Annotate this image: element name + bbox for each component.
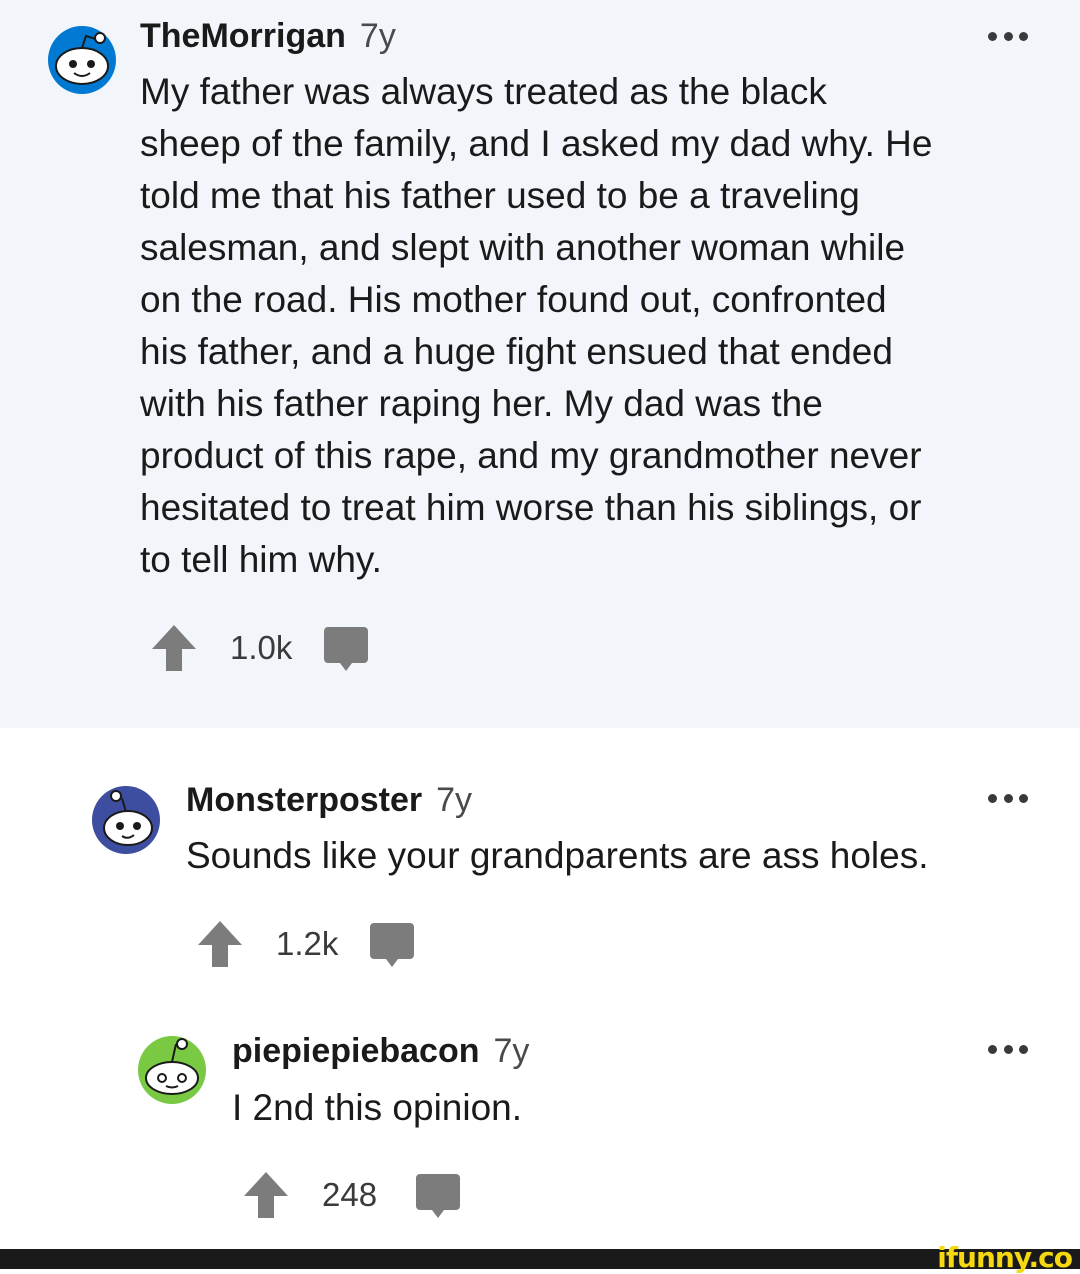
speech-bubble-icon[interactable]: [414, 1170, 462, 1220]
more-options-icon[interactable]: [988, 31, 1028, 41]
vote-score: 1.0k: [230, 629, 293, 666]
more-options-icon[interactable]: [988, 1044, 1028, 1054]
username[interactable]: TheMorrigan: [140, 17, 346, 55]
vote-score: 1.2k: [276, 925, 339, 962]
username[interactable]: piepiepiebacon: [232, 1032, 480, 1070]
snoo-avatar-icon[interactable]: [46, 24, 118, 96]
comment-monsterposter: Monsterposter 7y Sounds like your grandpa…: [0, 728, 1080, 990]
comment-author[interactable]: TheMorrigan 7y: [140, 16, 396, 56]
watermark-bar: ifunny.co: [0, 1241, 1080, 1274]
comment-piepiepiebacon: piepiepiebacon 7y I 2nd this opinion. 248: [0, 990, 1080, 1249]
upvote-arrow-icon[interactable]: [242, 1170, 290, 1220]
vote-score: 248: [322, 1176, 378, 1213]
upvote-arrow-icon[interactable]: [196, 919, 244, 969]
snoo-avatar-icon[interactable]: [136, 1034, 208, 1106]
username[interactable]: Monsterposter: [186, 781, 422, 819]
snoo-avatar-icon[interactable]: [90, 784, 162, 856]
comment-author[interactable]: Monsterposter 7y: [186, 780, 472, 820]
ifunny-watermark: ifunny.co: [937, 1241, 1073, 1274]
comment-age: 7y: [493, 1032, 530, 1070]
comment-body: I 2nd this opinion.: [232, 1087, 523, 1128]
speech-bubble-icon[interactable]: [322, 623, 370, 673]
comment-actions: 1.0k: [150, 620, 370, 676]
comment-actions: 1.2k: [196, 916, 416, 972]
comment-body: Sounds like your grandparents are ass ho…: [186, 835, 929, 876]
upvote-arrow-icon[interactable]: [150, 623, 198, 673]
comment-age: 7y: [359, 17, 396, 55]
comment-actions: 248: [242, 1167, 462, 1223]
comment-author[interactable]: piepiepiebacon 7y: [232, 1031, 529, 1071]
more-options-icon[interactable]: [988, 793, 1028, 803]
speech-bubble-icon[interactable]: [368, 919, 416, 969]
comment-themorrigan: TheMorrigan 7y My father was always treat…: [0, 0, 1080, 728]
comment-age: 7y: [436, 781, 473, 819]
comment-body: My father was always treated as the blac…: [140, 71, 933, 580]
